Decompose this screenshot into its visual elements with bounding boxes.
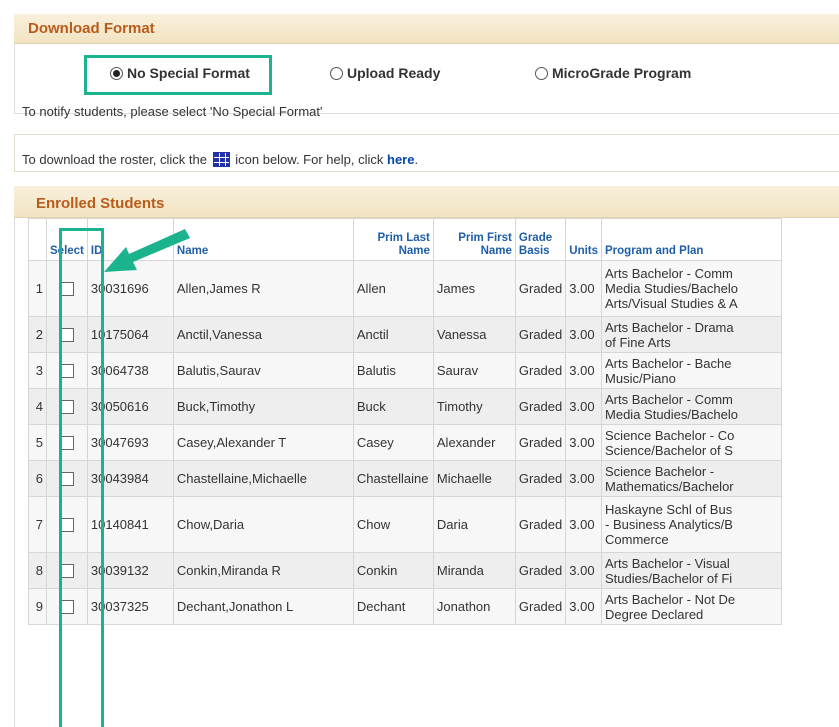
page: Download Format No Special Format Upload…: [0, 0, 839, 727]
annotation-arrow: [104, 229, 190, 272]
annotation-arrow-shape: [104, 229, 190, 272]
